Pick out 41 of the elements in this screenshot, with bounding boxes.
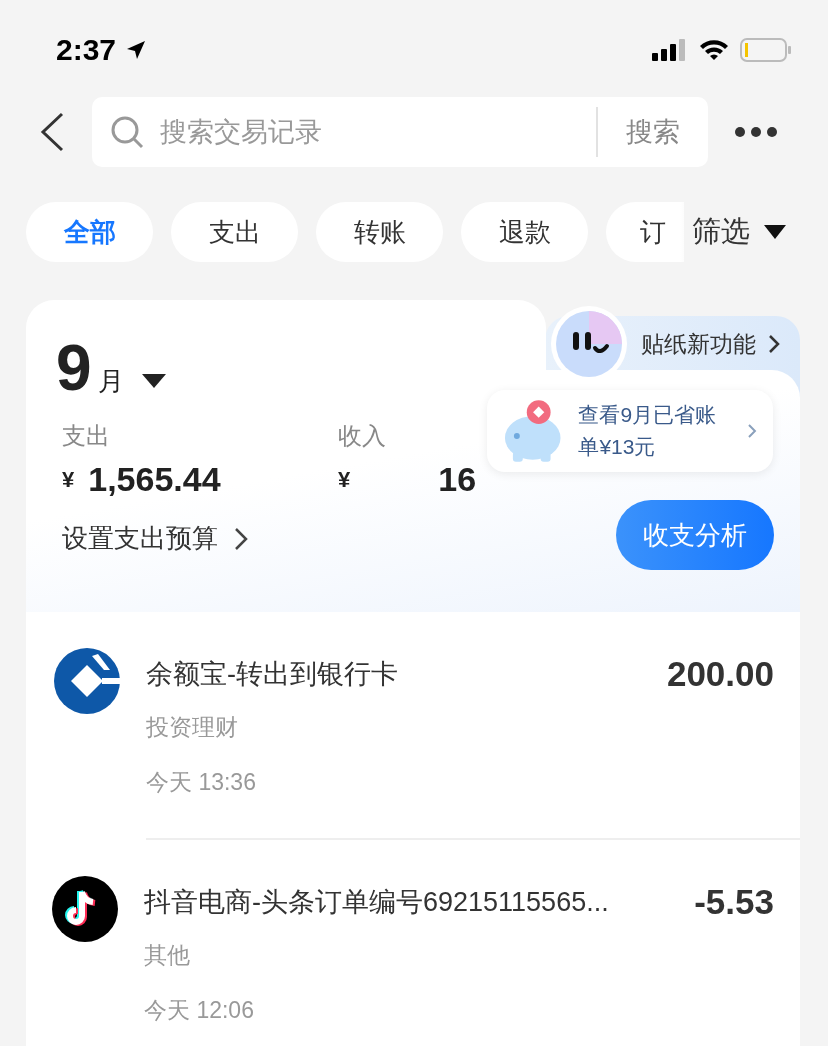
more-icon[interactable] (734, 126, 778, 138)
analysis-button[interactable]: 收支分析 (616, 500, 774, 570)
currency-sign: ¥ (338, 466, 351, 493)
search-button[interactable]: 搜索 (598, 114, 708, 150)
location-arrow-icon (126, 40, 147, 60)
dropdown-triangle-icon (764, 225, 786, 239)
filter-tab[interactable]: 退款 (461, 202, 588, 262)
filter-tab[interactable]: 支出 (171, 202, 298, 262)
signal-icon (652, 39, 688, 61)
filter-tab[interactable]: 转账 (316, 202, 443, 262)
sticker-promo[interactable]: 贴纸新功能 (549, 304, 780, 384)
chevron-right-icon (768, 334, 780, 354)
wifi-icon (698, 38, 730, 62)
chevron-right-icon (234, 526, 248, 551)
expense-amount: 1,565.44 (88, 460, 221, 499)
transaction-time: 今天 13:36 (146, 768, 257, 797)
income-label: 收入 (338, 421, 386, 451)
transaction-amount: -5.53 (694, 882, 774, 923)
transaction-title: 抖音电商-头条订单编号69215115565... (144, 886, 610, 919)
month-picker[interactable]: 9 月 (56, 336, 166, 400)
chevron-right-icon (747, 423, 757, 439)
filter-tab[interactable]: 全部 (26, 202, 153, 262)
currency-sign: ¥ (62, 466, 75, 493)
transaction-time: 今天 12:06 (144, 996, 255, 1025)
filter-tab[interactable]: 订 (606, 202, 684, 262)
transaction-category: 其他 (144, 941, 191, 970)
bank-logo-icon (54, 648, 120, 714)
budget-link[interactable]: 设置支出预算 (62, 521, 248, 556)
expense-label: 支出 (62, 421, 110, 451)
music-note-logo-icon (52, 876, 118, 942)
clock-time: 2:37 (56, 33, 117, 67)
dropdown-triangle-icon (141, 374, 166, 390)
search-field[interactable]: 搜索交易记录 搜索 (92, 97, 708, 167)
transaction-category: 投资理财 (146, 713, 239, 742)
transaction-amount: 200.00 (666, 654, 774, 695)
savings-tooltip[interactable]: 查看9月已省账单¥13元 (487, 390, 773, 472)
transaction-title: 余额宝-转出到银行卡 (146, 658, 399, 691)
battery-icon (740, 38, 792, 62)
back-icon[interactable] (38, 112, 66, 152)
income-amount: 16 (438, 460, 477, 499)
search-icon (110, 115, 144, 149)
